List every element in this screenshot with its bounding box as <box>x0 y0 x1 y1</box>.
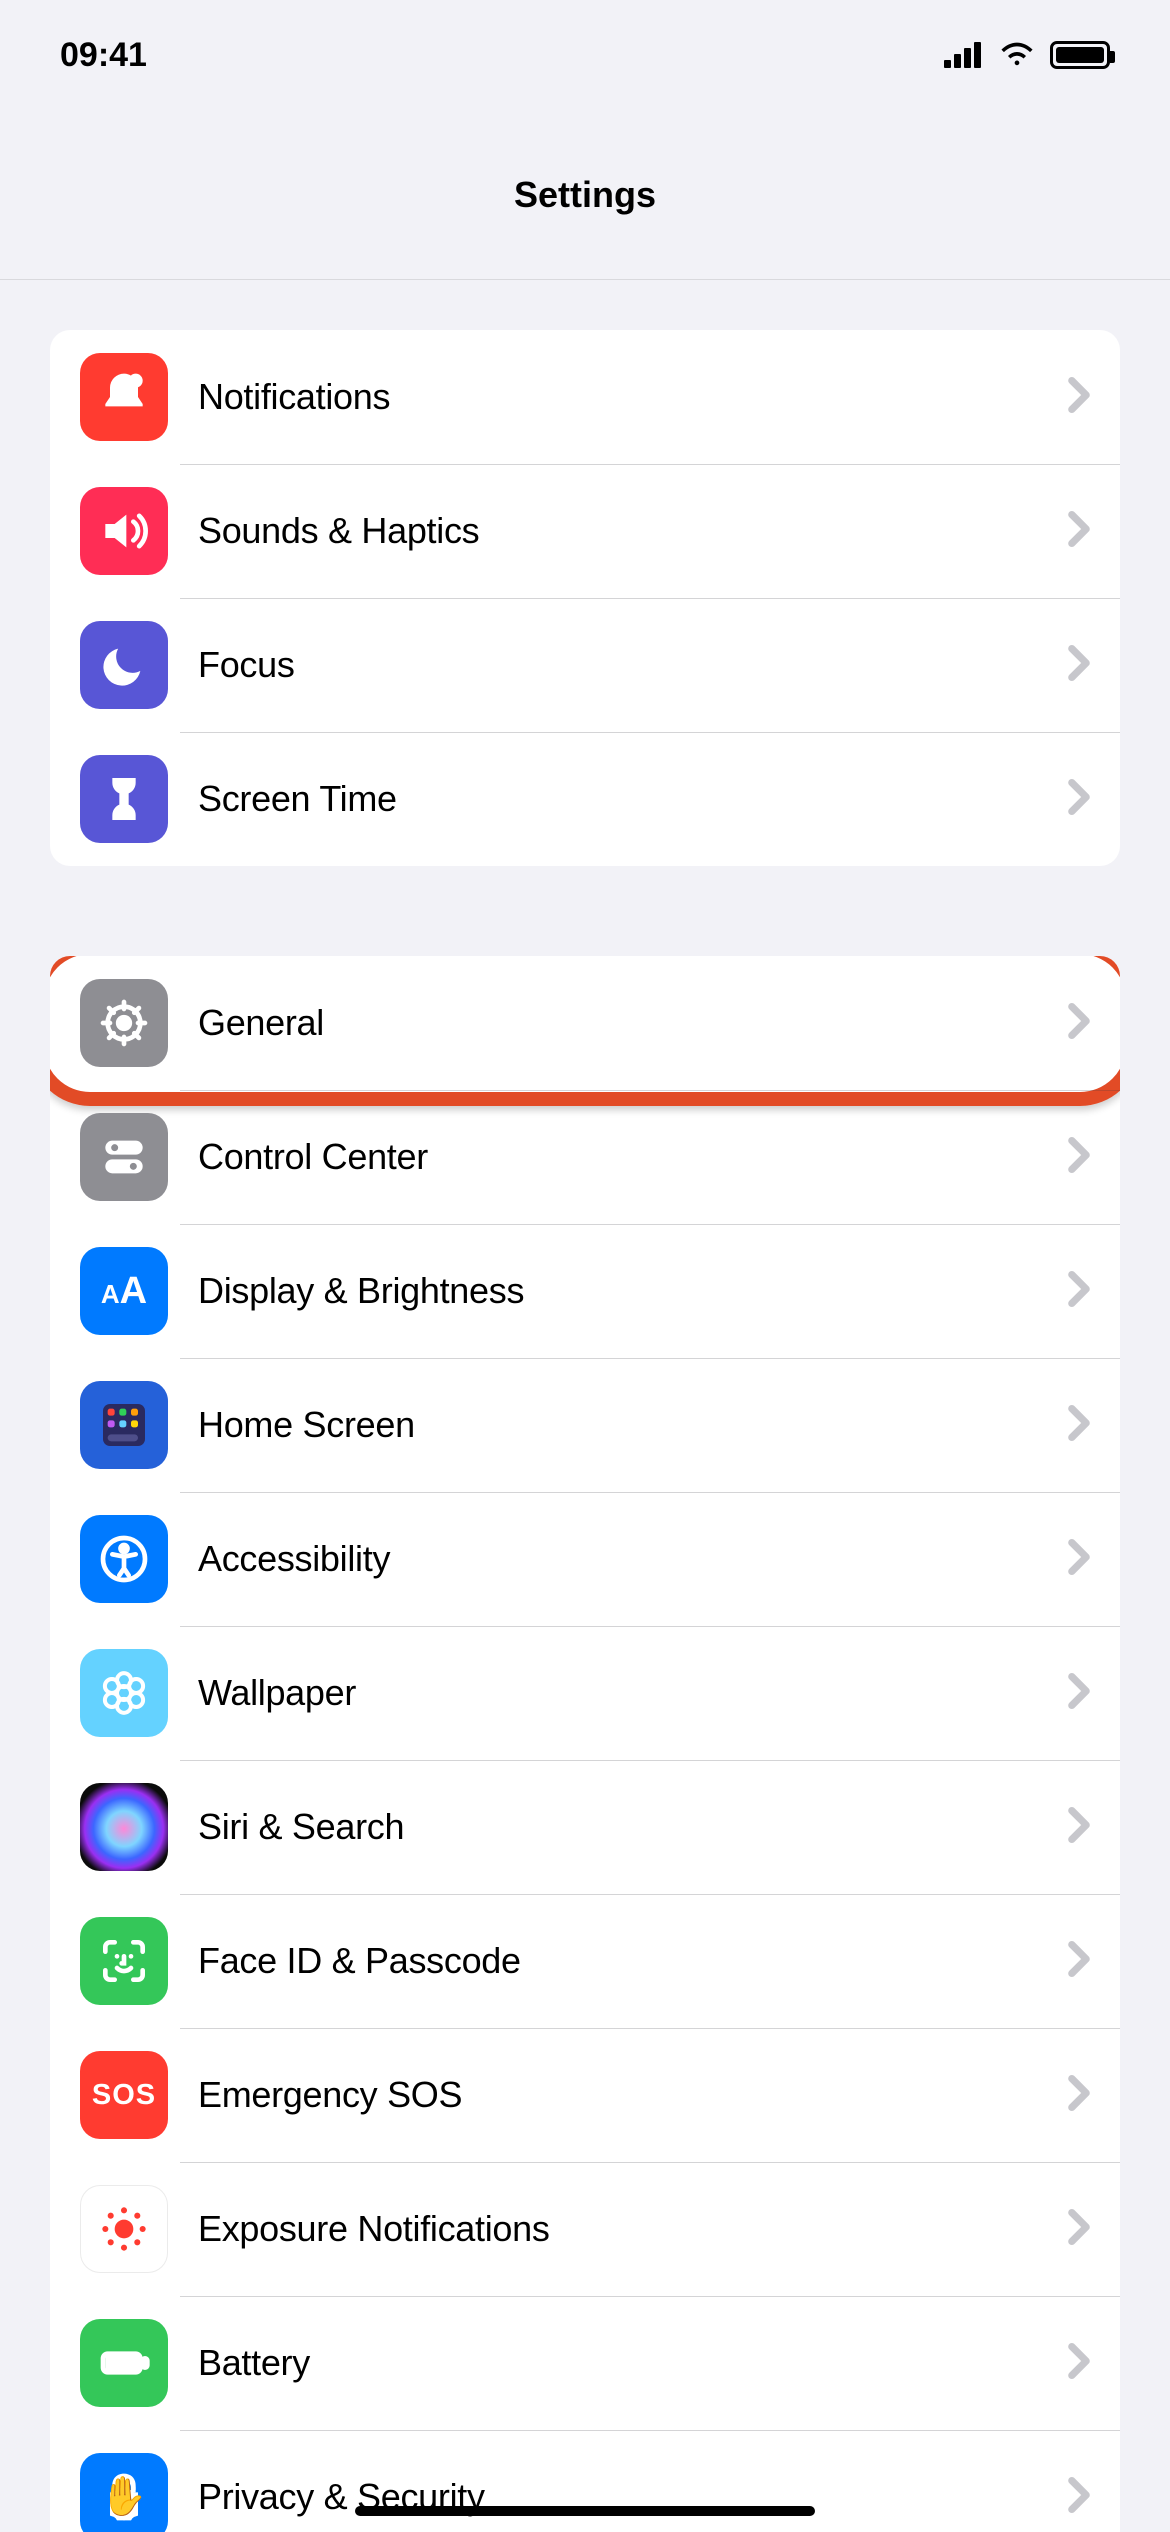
status-bar: 09:41 <box>0 0 1170 110</box>
screen-time-icon <box>80 755 168 843</box>
chevron-right-icon <box>1068 1003 1090 1044</box>
row-control-center[interactable]: Control Center <box>50 1090 1120 1224</box>
chevron-right-icon <box>1068 1271 1090 1312</box>
row-label: Face ID & Passcode <box>198 1940 1068 1982</box>
general-icon <box>80 979 168 1067</box>
row-label: General <box>198 1002 1068 1044</box>
row-screen-time[interactable]: Screen Time <box>50 732 1120 866</box>
row-home-screen[interactable]: Home Screen <box>50 1358 1120 1492</box>
row-exposure-notifications[interactable]: Exposure Notifications <box>50 2162 1120 2296</box>
wallpaper-icon <box>80 1649 168 1737</box>
focus-icon <box>80 621 168 709</box>
row-siri-search[interactable]: Siri & Search <box>50 1760 1120 1894</box>
row-focus[interactable]: Focus <box>50 598 1120 732</box>
row-label: Display & Brightness <box>198 1270 1068 1312</box>
row-label: Siri & Search <box>198 1806 1068 1848</box>
battery-icon <box>1050 41 1110 69</box>
siri-icon <box>80 1783 168 1871</box>
row-label: Emergency SOS <box>198 2074 1068 2116</box>
row-wallpaper[interactable]: Wallpaper <box>50 1626 1120 1760</box>
row-emergency-sos[interactable]: SOS Emergency SOS <box>50 2028 1120 2162</box>
row-label: Control Center <box>198 1136 1068 1178</box>
exposure-notifications-icon <box>80 2185 168 2273</box>
chevron-right-icon <box>1068 1941 1090 1982</box>
row-accessibility[interactable]: Accessibility <box>50 1492 1120 1626</box>
sos-icon: SOS <box>80 2051 168 2139</box>
notifications-icon <box>80 353 168 441</box>
display-icon: AA <box>80 1247 168 1335</box>
row-label: Home Screen <box>198 1404 1068 1446</box>
chevron-right-icon <box>1068 2209 1090 2250</box>
chevron-right-icon <box>1068 511 1090 552</box>
chevron-right-icon <box>1068 1539 1090 1580</box>
status-indicators <box>944 36 1110 75</box>
row-display-brightness[interactable]: AA Display & Brightness <box>50 1224 1120 1358</box>
navigation-bar: Settings <box>0 110 1170 280</box>
sounds-icon <box>80 487 168 575</box>
settings-group-general: General Control Center AA Display & Brig… <box>50 956 1120 2532</box>
chevron-right-icon <box>1068 2075 1090 2116</box>
accessibility-icon <box>80 1515 168 1603</box>
row-label: Focus <box>198 644 1068 686</box>
chevron-right-icon <box>1068 2477 1090 2518</box>
chevron-right-icon <box>1068 1807 1090 1848</box>
cellular-icon <box>944 42 984 68</box>
row-face-id-passcode[interactable]: Face ID & Passcode <box>50 1894 1120 2028</box>
chevron-right-icon <box>1068 645 1090 686</box>
chevron-right-icon <box>1068 1137 1090 1178</box>
page-title: Settings <box>514 174 656 216</box>
row-label: Wallpaper <box>198 1672 1068 1714</box>
row-general[interactable]: General <box>50 956 1120 1090</box>
row-label: Accessibility <box>198 1538 1068 1580</box>
settings-group-focus: Notifications Sounds & Haptics Focus Scr… <box>50 330 1120 866</box>
chevron-right-icon <box>1068 1673 1090 1714</box>
chevron-right-icon <box>1068 1405 1090 1446</box>
row-label: Sounds & Haptics <box>198 510 1068 552</box>
row-privacy-security[interactable]: ✋ Privacy & Security <box>50 2430 1120 2532</box>
row-label: Notifications <box>198 376 1068 418</box>
control-center-icon <box>80 1113 168 1201</box>
row-notifications[interactable]: Notifications <box>50 330 1120 464</box>
home-indicator[interactable] <box>355 2506 815 2516</box>
status-time: 09:41 <box>60 36 147 75</box>
face-id-icon <box>80 1917 168 2005</box>
chevron-right-icon <box>1068 779 1090 820</box>
home-screen-icon <box>80 1381 168 1469</box>
privacy-icon: ✋ <box>80 2453 168 2532</box>
row-battery[interactable]: Battery <box>50 2296 1120 2430</box>
battery-settings-icon <box>80 2319 168 2407</box>
row-label: Exposure Notifications <box>198 2208 1068 2250</box>
chevron-right-icon <box>1068 377 1090 418</box>
wifi-icon <box>998 36 1036 75</box>
row-label: Battery <box>198 2342 1068 2384</box>
chevron-right-icon <box>1068 2343 1090 2384</box>
row-label: Screen Time <box>198 778 1068 820</box>
row-sounds-haptics[interactable]: Sounds & Haptics <box>50 464 1120 598</box>
